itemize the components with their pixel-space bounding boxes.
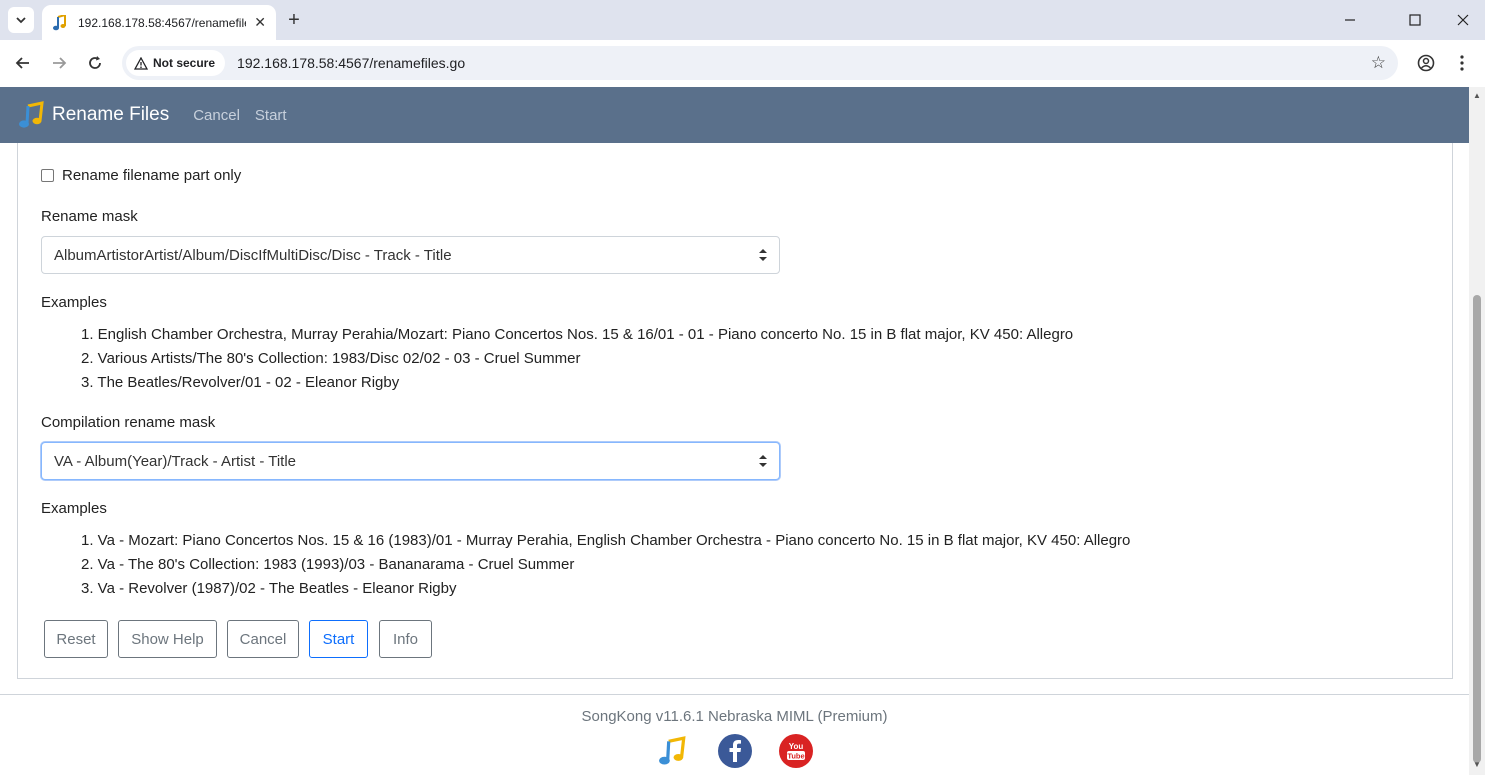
compilation-examples-list: 1. Va - Mozart: Piano Concertos Nos. 15 …: [81, 532, 1130, 604]
minimize-icon[interactable]: [1325, 0, 1375, 40]
new-tab-icon[interactable]: +: [284, 9, 304, 31]
footer-divider: [0, 694, 1469, 695]
reload-icon[interactable]: [83, 51, 107, 75]
cancel-button[interactable]: Cancel: [227, 620, 299, 658]
profile-icon[interactable]: [1414, 51, 1438, 75]
compilation-mask-select[interactable]: VA - Album(Year)/Track - Artist - Title: [41, 442, 780, 480]
facebook-icon[interactable]: [718, 734, 752, 768]
scrollbar-thumb[interactable]: [1473, 295, 1481, 763]
list-item: 3. Va - Revolver (1987)/02 - The Beatles…: [81, 580, 457, 597]
page-scrollbar[interactable]: ▲ ▼: [1469, 87, 1485, 775]
kebab-menu-icon[interactable]: [1450, 51, 1474, 75]
tab-title: 192.168.178.58:4567/renamefile: [78, 15, 247, 30]
list-item: 3. The Beatles/Revolver/01 - 02 - Eleano…: [81, 374, 400, 391]
youtube-icon[interactable]: You Tube: [779, 734, 813, 768]
url-text[interactable]: 192.168.178.58:4567/renamefiles.go: [237, 55, 465, 71]
examples-label: Examples: [41, 294, 107, 311]
back-arrow-icon[interactable]: [11, 51, 35, 75]
music-note-icon: [52, 14, 68, 31]
svg-text:Tube: Tube: [787, 752, 804, 761]
svg-text:You: You: [789, 742, 804, 751]
show-help-button[interactable]: Show Help: [118, 620, 217, 658]
footer-version-text: SongKong v11.6.1 Nebraska MIML (Premium): [581, 708, 888, 725]
compilation-examples-label: Examples: [41, 500, 107, 517]
rename-mask-label: Rename mask: [41, 208, 138, 225]
compilation-mask-label: Compilation rename mask: [41, 414, 216, 431]
navbar-brand[interactable]: Rename Files: [52, 104, 169, 126]
rename-mask-value: AlbumArtistorArtist/Album/DiscIfMultiDis…: [54, 246, 452, 264]
rename-filename-only-option[interactable]: Rename filename part only: [41, 167, 241, 184]
chevron-down-icon: [16, 17, 26, 24]
rename-filename-only-checkbox[interactable]: [41, 169, 54, 182]
songkong-logo-icon: [19, 101, 44, 128]
browser-tabstrip: 192.168.178.58:4567/renamefile ✕ +: [0, 0, 1485, 40]
rename-examples-list: 1. English Chamber Orchestra, Murray Per…: [81, 326, 1073, 398]
close-tab-icon[interactable]: ✕: [254, 14, 266, 31]
navbar-cancel-link[interactable]: Cancel: [193, 107, 240, 124]
list-item: 2. Various Artists/The 80's Collection: …: [81, 350, 581, 367]
browser-tab[interactable]: 192.168.178.58:4567/renamefile ✕: [42, 5, 276, 40]
browser-toolbar: Not secure 192.168.178.58:4567/renamefil…: [0, 40, 1485, 86]
songkong-icon[interactable]: [656, 734, 690, 768]
select-sort-icon: [759, 249, 767, 261]
security-label: Not secure: [153, 56, 216, 70]
scroll-up-arrow-icon[interactable]: ▲: [1473, 91, 1481, 100]
reset-button[interactable]: Reset: [44, 620, 108, 658]
compilation-mask-value: VA - Album(Year)/Track - Artist - Title: [54, 452, 297, 470]
tab-search-dropdown[interactable]: [8, 7, 34, 33]
start-button[interactable]: Start: [309, 620, 368, 658]
bookmark-star-icon[interactable]: ☆: [1371, 53, 1386, 73]
forward-arrow-icon[interactable]: [47, 51, 71, 75]
info-button[interactable]: Info: [379, 620, 432, 658]
scroll-down-arrow-icon[interactable]: ▼: [1473, 760, 1481, 769]
close-window-icon[interactable]: [1438, 0, 1485, 40]
maximize-icon[interactable]: [1390, 0, 1440, 40]
rename-mask-select[interactable]: AlbumArtistorArtist/Album/DiscIfMultiDis…: [41, 236, 780, 274]
app-navbar: Rename Files Cancel Start: [0, 87, 1469, 143]
security-chip[interactable]: Not secure: [126, 50, 226, 76]
rename-files-panel: Rename filename part only Rename mask Al…: [17, 143, 1453, 679]
rename-filename-only-label: Rename filename part only: [62, 167, 242, 184]
address-bar[interactable]: Not secure 192.168.178.58:4567/renamefil…: [122, 46, 1398, 80]
warning-icon: [134, 56, 148, 70]
navbar-start-link[interactable]: Start: [255, 107, 287, 124]
select-sort-icon: [759, 455, 767, 467]
list-item: 2. Va - The 80's Collection: 1983 (1993)…: [81, 556, 575, 573]
list-item: 1. Va - Mozart: Piano Concertos Nos. 15 …: [81, 532, 1131, 549]
list-item: 1. English Chamber Orchestra, Murray Per…: [81, 326, 1074, 343]
